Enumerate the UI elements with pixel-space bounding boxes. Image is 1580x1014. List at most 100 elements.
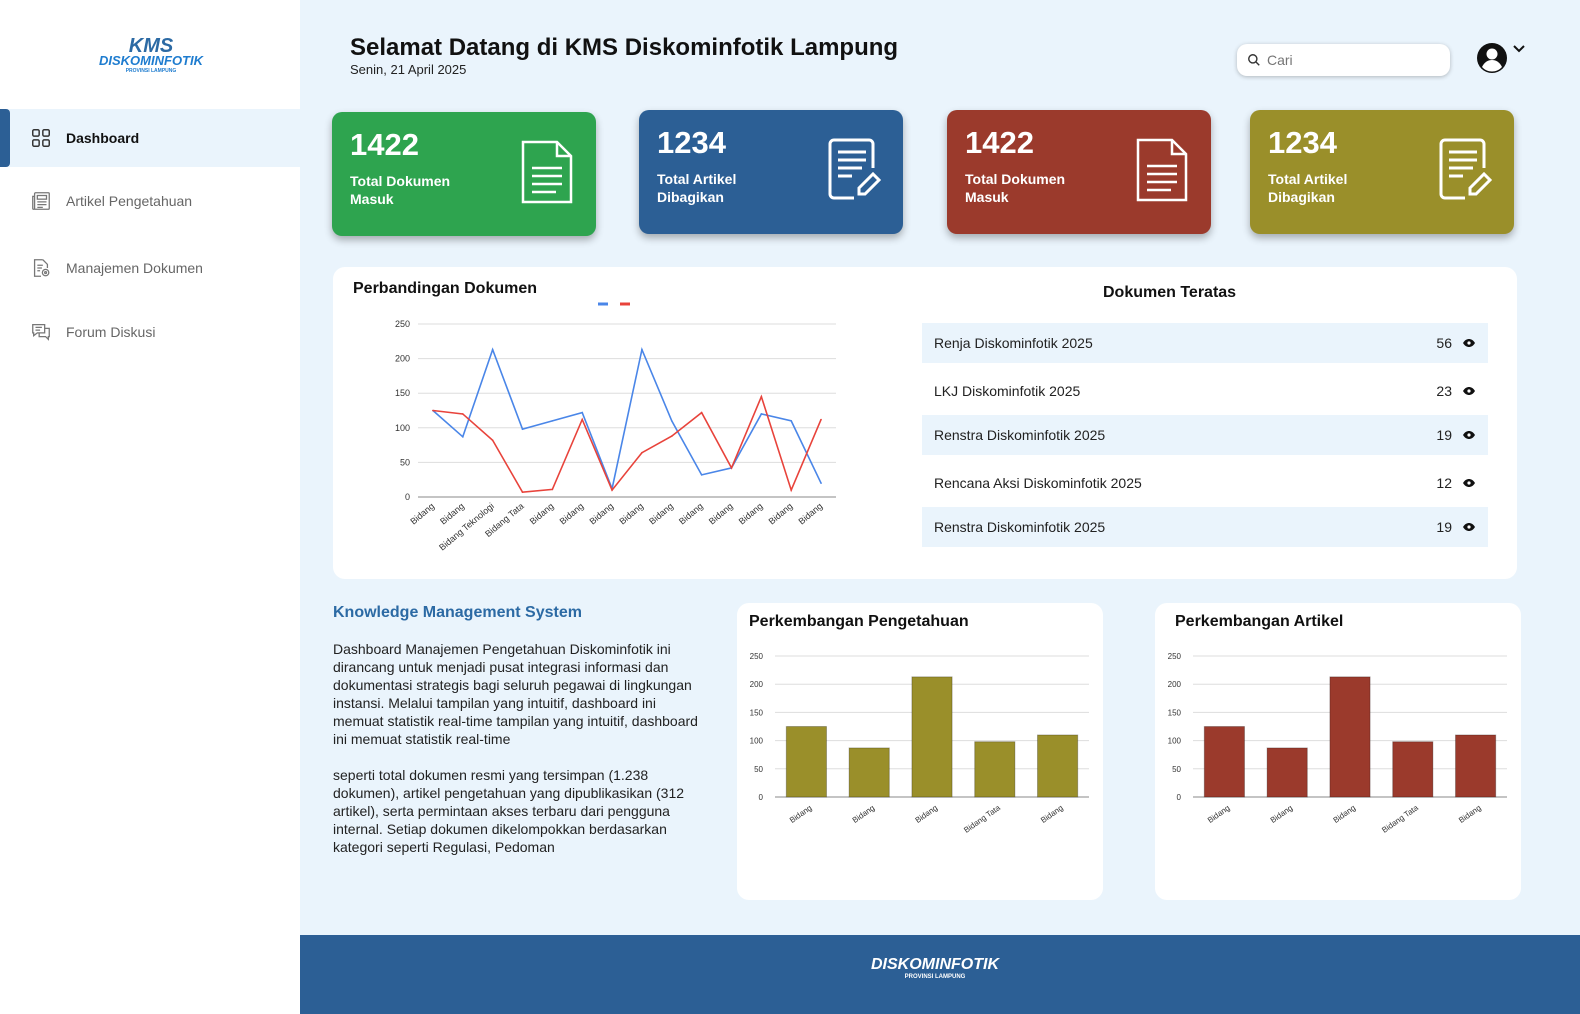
x-tick-label: Bidang <box>707 501 735 527</box>
data-point <box>491 439 494 442</box>
sidebar-item-dokumen[interactable]: Manajemen Dokumen <box>0 239 300 297</box>
x-tick-label: Bidang <box>1332 803 1358 825</box>
view-count: 12 <box>1436 475 1452 491</box>
top-doc-row[interactable]: Renstra Diskominfotik 2025 19 <box>922 415 1488 455</box>
data-point <box>820 418 822 421</box>
data-point <box>700 411 703 414</box>
x-tick-label: Bidang <box>796 501 824 527</box>
data-point <box>760 413 763 415</box>
y-tick-label: 0 <box>759 793 764 802</box>
page-title: Selamat Datang di KMS Diskominfotik Lamp… <box>350 34 899 61</box>
y-tick-label: 100 <box>1168 737 1182 746</box>
x-tick-label: Bidang <box>737 501 765 527</box>
view-count: 19 <box>1436 427 1452 443</box>
data-point <box>790 420 793 422</box>
sidebar-item-forum[interactable]: Forum Diskusi <box>0 303 300 361</box>
bar <box>1329 676 1371 798</box>
top-doc-row[interactable]: Rencana Aksi Diskominfotik 2025 12 <box>922 463 1488 503</box>
doc-name: Renstra Diskominfotik 2025 <box>934 519 1106 535</box>
y-tick-label: 250 <box>750 652 764 661</box>
chevron-down-icon[interactable] <box>1512 42 1526 56</box>
sidebar-item-artikel[interactable]: Artikel Pengetahuan <box>0 172 300 230</box>
x-tick-label: Bidang <box>914 803 940 825</box>
data-point <box>760 395 763 398</box>
x-tick-label: Bidang <box>1269 803 1295 825</box>
chat-icon <box>32 324 50 341</box>
stat-card: 1234 Total Artikel Dibagikan <box>639 110 903 234</box>
y-tick-label: 50 <box>754 765 763 774</box>
doc-name: Rencana Aksi Diskominfotik 2025 <box>934 475 1142 491</box>
bar <box>1037 734 1079 798</box>
x-tick-label: Bidang Tata <box>1380 803 1420 835</box>
article-edit-icon <box>1439 138 1492 200</box>
footer-logo: DISKOMINFOTIK PROVINSI LAMPUNG <box>871 956 1000 980</box>
data-point <box>432 409 434 412</box>
document-icon <box>1136 138 1188 202</box>
bar-chart-title: Perkembangan Artikel <box>1175 613 1344 630</box>
stat-card: 1422 Total Dokumen Masuk <box>332 112 596 236</box>
y-tick-label: 100 <box>395 423 410 433</box>
y-tick-label: 250 <box>1168 652 1182 661</box>
data-point <box>551 488 554 491</box>
data-point <box>521 491 524 493</box>
bar <box>974 741 1016 798</box>
y-tick-label: 200 <box>750 680 764 689</box>
data-point <box>641 451 643 454</box>
eye-icon <box>1463 479 1475 487</box>
svg-text:DISKOMINFOTIK: DISKOMINFOTIK <box>99 53 205 68</box>
sidebar-item-label: Dashboard <box>66 130 140 146</box>
data-point <box>551 420 554 422</box>
sidebar-item-label: Artikel Pengetahuan <box>66 193 193 209</box>
top-doc-row[interactable]: Renstra Diskominfotik 2025 19 <box>922 507 1488 547</box>
search-box[interactable] <box>1237 44 1450 76</box>
current-date: Senin, 21 April 2025 <box>350 62 467 77</box>
doc-name: Renstra Diskominfotik 2025 <box>934 427 1106 443</box>
view-count: 56 <box>1436 335 1452 351</box>
sidebar-item-dashboard[interactable]: Dashboard <box>0 109 300 167</box>
y-tick-label: 0 <box>405 492 410 502</box>
sidebar-item-label: Forum Diskusi <box>66 324 156 340</box>
bar <box>785 726 827 798</box>
x-tick-label: Bidang <box>617 501 645 527</box>
bar <box>848 747 890 798</box>
article-edit-icon <box>828 138 881 200</box>
doc-name: LKJ Diskominfotik 2025 <box>934 383 1081 399</box>
doc-name: Renja Diskominfotik 2025 <box>934 335 1093 351</box>
stat-card: 1234 Total Artikel Dibagikan <box>1250 110 1514 234</box>
eye-icon <box>1463 387 1475 395</box>
kms-description: Dashboard Manajemen Pengetahuan Diskomin… <box>333 640 698 856</box>
eye-icon <box>1463 339 1475 347</box>
kms-paragraph: seperti total dokumen resmi yang tersimp… <box>333 767 685 855</box>
y-tick-label: 150 <box>750 708 764 717</box>
data-point <box>641 348 643 351</box>
view-count: 19 <box>1436 519 1452 535</box>
search-input[interactable] <box>1267 52 1437 68</box>
data-point <box>581 418 584 421</box>
x-tick-label: Bidang <box>677 501 705 527</box>
article-bar-chart: 0 50 100 150 200 250 Bidang Bidang Bidang Bidang … <box>1168 652 1507 835</box>
sidebar-item-label: Manajemen Dokumen <box>66 260 203 276</box>
x-tick-label: Bidang <box>788 803 814 825</box>
top-doc-row[interactable]: LKJ Diskominfotik 2025 23 <box>922 371 1488 411</box>
data-point <box>820 482 822 484</box>
eye-icon <box>1463 523 1475 531</box>
data-point <box>521 428 524 430</box>
x-tick-label: Bidang <box>1457 803 1483 825</box>
data-point <box>670 435 673 437</box>
x-tick-label: Bidang <box>587 501 615 527</box>
user-avatar-icon[interactable] <box>1476 42 1508 74</box>
top-doc-row[interactable]: Renja Diskominfotik 2025 56 <box>922 323 1488 363</box>
kms-logo: KMS DISKOMINFOTIK PROVINSI LAMPUNG <box>99 35 205 74</box>
y-tick-label: 100 <box>750 737 764 746</box>
x-tick-label: Bidang <box>528 501 556 527</box>
search-icon <box>1248 54 1260 66</box>
y-tick-label: 250 <box>395 319 410 329</box>
bar-chart-title: Perkembangan Pengetahuan <box>749 613 969 630</box>
svg-text:PROVINSI LAMPUNG: PROVINSI LAMPUNG <box>126 68 177 74</box>
y-tick-label: 50 <box>400 457 410 467</box>
bar <box>1266 747 1308 798</box>
stat-label: Total Artikel Dibagikan <box>657 171 737 205</box>
x-tick-label: Bidang <box>647 501 675 527</box>
stat-label: Total Artikel Dibagikan <box>1268 171 1348 205</box>
grid-icon <box>32 129 50 147</box>
